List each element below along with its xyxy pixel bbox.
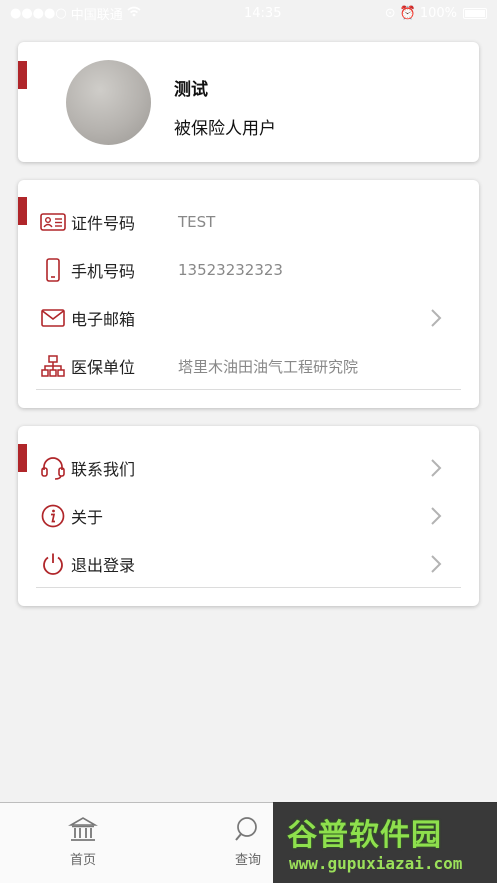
row-phone: 手机号码 13523232323 bbox=[18, 246, 479, 294]
menu-item-about[interactable]: 关于 bbox=[18, 492, 479, 540]
row-value: 13523232323 bbox=[178, 261, 283, 279]
wifi-icon bbox=[127, 6, 141, 21]
menu-item-label: 退出登录 bbox=[71, 556, 136, 575]
mail-icon bbox=[40, 305, 66, 331]
row-id-number: 证件号码 TEST bbox=[18, 198, 479, 246]
chevron-right-icon bbox=[431, 507, 442, 525]
watermark: 谷普软件园 www.gupuxiazai.com bbox=[273, 802, 497, 883]
row-value: 塔里木油田油气工程研究院 bbox=[178, 357, 359, 376]
battery-icon bbox=[463, 7, 487, 19]
row-insurance-unit: 医保单位 塔里木油田油气工程研究院 bbox=[18, 342, 479, 390]
phone-icon bbox=[40, 257, 66, 283]
status-time: 14:35 bbox=[244, 5, 282, 21]
watermark-url: www.gupuxiazai.com bbox=[289, 854, 463, 873]
tab-label: 查询 bbox=[234, 853, 261, 868]
row-label: 手机号码 bbox=[71, 262, 136, 281]
tab-home[interactable]: 首页 bbox=[38, 815, 128, 868]
divider bbox=[36, 389, 461, 390]
info-icon bbox=[40, 503, 66, 529]
row-label: 医保单位 bbox=[71, 358, 136, 377]
row-label: 证件号码 bbox=[71, 214, 136, 233]
row-label: 电子邮箱 bbox=[71, 310, 136, 329]
signal-icon: ●●●●○ bbox=[10, 5, 67, 21]
carrier-label: 中国联通 bbox=[70, 7, 123, 23]
power-icon bbox=[40, 551, 66, 577]
chevron-right-icon bbox=[431, 309, 442, 327]
battery-percent: 100% bbox=[419, 5, 457, 21]
bank-icon bbox=[68, 817, 98, 841]
menu-item-contact-us[interactable]: 联系我们 bbox=[18, 444, 479, 492]
info-card: 证件号码 TEST 手机号码 13523232323 电子邮箱 医保单位 塔里木… bbox=[18, 180, 479, 408]
row-email[interactable]: 电子邮箱 bbox=[18, 294, 479, 342]
watermark-logo: 谷普软件园 bbox=[287, 818, 442, 853]
profile-name: 测试 bbox=[174, 80, 208, 100]
profile-role: 被保险人用户 bbox=[174, 119, 276, 139]
row-value: TEST bbox=[178, 213, 216, 231]
org-chart-icon bbox=[40, 353, 66, 379]
chevron-right-icon bbox=[431, 555, 442, 573]
menu-item-logout[interactable]: 退出登录 bbox=[18, 540, 479, 588]
menu-item-label: 关于 bbox=[71, 508, 104, 527]
status-bar: ●●●●○ 中国联通 14:35 ⊙ ⏰ 100% bbox=[0, 0, 497, 26]
accent-marker bbox=[18, 61, 27, 89]
lock-rotation-icon: ⊙ bbox=[384, 5, 396, 21]
avatar[interactable] bbox=[66, 60, 151, 145]
headset-icon bbox=[40, 455, 66, 481]
menu-item-label: 联系我们 bbox=[71, 460, 136, 479]
alarm-icon: ⏰ bbox=[399, 5, 416, 21]
profile-card: 测试 被保险人用户 bbox=[18, 42, 479, 162]
search-icon bbox=[235, 817, 257, 841]
divider bbox=[36, 587, 461, 588]
id-card-icon bbox=[40, 209, 66, 235]
chevron-right-icon bbox=[431, 459, 442, 477]
menu-card: 联系我们 关于 退出登录 bbox=[18, 426, 479, 606]
tab-label: 首页 bbox=[69, 853, 96, 868]
